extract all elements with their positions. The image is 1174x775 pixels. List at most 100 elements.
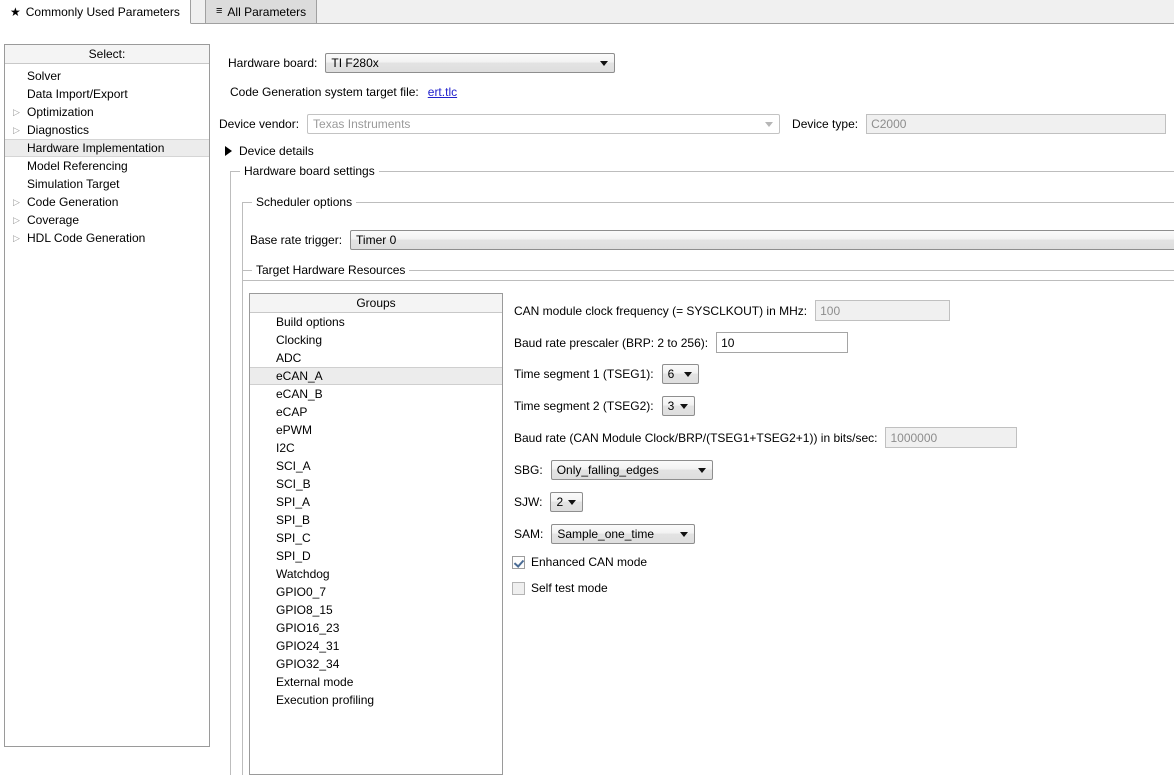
chevron-down-icon xyxy=(600,61,608,66)
system-target-file-label: Code Generation system target file: xyxy=(230,85,419,99)
chevron-right-icon[interactable]: ▷ xyxy=(13,193,27,211)
device-type-label: Device type: xyxy=(792,117,858,131)
tseg1-row: Time segment 1 (TSEG1): 6 xyxy=(514,364,699,384)
chevron-right-icon[interactable]: ▷ xyxy=(13,121,27,139)
tab-all-parameters[interactable]: ≡ All Parameters xyxy=(205,0,317,24)
sidebar-item-hdl-code-generation[interactable]: ▷ HDL Code Generation xyxy=(5,229,209,247)
sidebar-item-label: Model Referencing xyxy=(27,157,128,175)
device-vendor-label: Device vendor: xyxy=(219,117,299,131)
can-clock-frequency-label: CAN module clock frequency (= SYSCLKOUT)… xyxy=(514,304,807,318)
chevron-down-icon xyxy=(684,372,692,377)
tseg1-select[interactable]: 6 xyxy=(662,364,699,384)
self-test-mode-row[interactable]: Self test mode xyxy=(512,581,608,595)
sidebar-item-simulation-target[interactable]: ▷ Simulation Target xyxy=(5,175,209,193)
main-content: Hardware board: TI F280x Code Generation… xyxy=(216,28,1174,747)
baud-rate-row: Baud rate (CAN Module Clock/BRP/(TSEG1+T… xyxy=(514,427,1017,448)
baud-rate-prescaler-input[interactable]: 10 xyxy=(716,332,848,353)
tseg2-select[interactable]: 3 xyxy=(662,396,695,416)
list-item-clocking[interactable]: Clocking xyxy=(250,331,502,349)
enhanced-can-mode-row[interactable]: Enhanced CAN mode xyxy=(512,555,647,569)
tseg2-row: Time segment 2 (TSEG2): 3 xyxy=(514,396,695,416)
sidebar-item-hardware-implementation[interactable]: ▷ Hardware Implementation xyxy=(5,139,209,157)
tab-commonly-used-parameters[interactable]: ★ Commonly Used Parameters xyxy=(0,0,191,24)
device-details-toggle[interactable]: Device details xyxy=(225,144,314,158)
list-item-gpio8-15[interactable]: GPIO8_15 xyxy=(250,601,502,619)
list-item-ecan-b[interactable]: eCAN_B xyxy=(250,385,502,403)
groups-listbox[interactable]: Groups Build options Clocking ADC eCAN_A… xyxy=(249,293,503,775)
hardware-board-label: Hardware board: xyxy=(228,56,317,70)
chevron-right-icon[interactable]: ▷ xyxy=(13,103,27,121)
list-item-build-options[interactable]: Build options xyxy=(250,313,502,331)
list-item-gpio0-7[interactable]: GPIO0_7 xyxy=(250,583,502,601)
list-item-sci-a[interactable]: SCI_A xyxy=(250,457,502,475)
tab-bar: ★ Commonly Used Parameters ≡ All Paramet… xyxy=(0,0,1174,24)
expander-icon: ▷ xyxy=(13,85,27,103)
self-test-mode-label: Self test mode xyxy=(531,581,608,595)
tseg2-label: Time segment 2 (TSEG2): xyxy=(514,399,654,413)
chevron-down-icon xyxy=(765,122,773,127)
can-clock-frequency-value: 100 xyxy=(820,304,840,318)
expander-icon: ▷ xyxy=(13,157,27,175)
sidebar-item-diagnostics[interactable]: ▷ Diagnostics xyxy=(5,121,209,139)
list-item-adc[interactable]: ADC xyxy=(250,349,502,367)
sbg-row: SBG: Only_falling_edges xyxy=(514,460,713,480)
list-item-execution-profiling[interactable]: Execution profiling xyxy=(250,691,502,709)
enhanced-can-mode-checkbox[interactable] xyxy=(512,556,525,569)
tseg1-label: Time segment 1 (TSEG1): xyxy=(514,367,654,381)
sidebar-item-label: HDL Code Generation xyxy=(27,229,145,247)
list-item-spi-a[interactable]: SPI_A xyxy=(250,493,502,511)
base-rate-trigger-select[interactable]: Timer 0 xyxy=(350,230,1174,250)
chevron-down-icon xyxy=(568,500,576,505)
expander-icon: ▷ xyxy=(13,140,27,156)
self-test-mode-checkbox[interactable] xyxy=(512,582,525,595)
sidebar-item-solver[interactable]: ▷ Solver xyxy=(5,67,209,85)
system-target-file-row: Code Generation system target file: ert.… xyxy=(230,85,457,99)
triangle-right-icon xyxy=(225,146,232,156)
sidebar-item-label: Code Generation xyxy=(27,193,118,211)
tab-commonly-used-parameters-label: Commonly Used Parameters xyxy=(26,5,180,19)
list-item-ecap[interactable]: eCAP xyxy=(250,403,502,421)
list-item-spi-b[interactable]: SPI_B xyxy=(250,511,502,529)
system-target-file-link[interactable]: ert.tlc xyxy=(428,85,457,99)
baud-rate-prescaler-label: Baud rate prescaler (BRP: 2 to 256): xyxy=(514,336,708,350)
list-item-spi-c[interactable]: SPI_C xyxy=(250,529,502,547)
list-item-gpio24-31[interactable]: GPIO24_31 xyxy=(250,637,502,655)
list-item-i2c[interactable]: I2C xyxy=(250,439,502,457)
chevron-right-icon[interactable]: ▷ xyxy=(13,211,27,229)
sam-value: Sample_one_time xyxy=(557,527,654,541)
base-rate-trigger-value: Timer 0 xyxy=(356,233,396,247)
list-item-external-mode[interactable]: External mode xyxy=(250,673,502,691)
list-item-watchdog[interactable]: Watchdog xyxy=(250,565,502,583)
sidebar-item-code-generation[interactable]: ▷ Code Generation xyxy=(5,193,209,211)
sbg-select[interactable]: Only_falling_edges xyxy=(551,460,713,480)
list-item-ecan-a[interactable]: eCAN_A xyxy=(250,367,502,385)
base-rate-trigger-row: Base rate trigger: Timer 0 xyxy=(250,230,1174,250)
tseg2-value: 3 xyxy=(668,399,675,413)
list-item-spi-d[interactable]: SPI_D xyxy=(250,547,502,565)
can-clock-frequency-field: 100 xyxy=(815,300,950,321)
list-item-gpio16-23[interactable]: GPIO16_23 xyxy=(250,619,502,637)
chevron-right-icon[interactable]: ▷ xyxy=(13,229,27,247)
sjw-value: 2 xyxy=(556,495,563,509)
list-item-sci-b[interactable]: SCI_B xyxy=(250,475,502,493)
hardware-board-select[interactable]: TI F280x xyxy=(325,53,615,73)
device-vendor-select: Texas Instruments xyxy=(307,114,780,134)
sidebar-item-coverage[interactable]: ▷ Coverage xyxy=(5,211,209,229)
baud-rate-field: 1000000 xyxy=(885,427,1017,448)
sidebar-item-model-referencing[interactable]: ▷ Model Referencing xyxy=(5,157,209,175)
sjw-select[interactable]: 2 xyxy=(550,492,583,512)
sam-select[interactable]: Sample_one_time xyxy=(551,524,695,544)
target-hardware-resources-title: Target Hardware Resources xyxy=(252,263,409,277)
list-item-gpio32-34[interactable]: GPIO32_34 xyxy=(250,655,502,673)
list-item-epwm[interactable]: ePWM xyxy=(250,421,502,439)
sidebar-item-data-import-export[interactable]: ▷ Data Import/Export xyxy=(5,85,209,103)
sidebar-item-label: Coverage xyxy=(27,211,79,229)
baud-rate-prescaler-value: 10 xyxy=(721,336,734,350)
settings-tree: ▷ Solver ▷ Data Import/Export ▷ Optimiza… xyxy=(5,64,209,247)
sidebar-item-label: Hardware Implementation xyxy=(27,140,164,156)
sidebar-item-label: Solver xyxy=(27,67,61,85)
device-type-field: C2000 xyxy=(866,114,1166,134)
expander-icon: ▷ xyxy=(13,67,27,85)
hardware-board-value: TI F280x xyxy=(331,56,378,70)
sidebar-item-optimization[interactable]: ▷ Optimization xyxy=(5,103,209,121)
